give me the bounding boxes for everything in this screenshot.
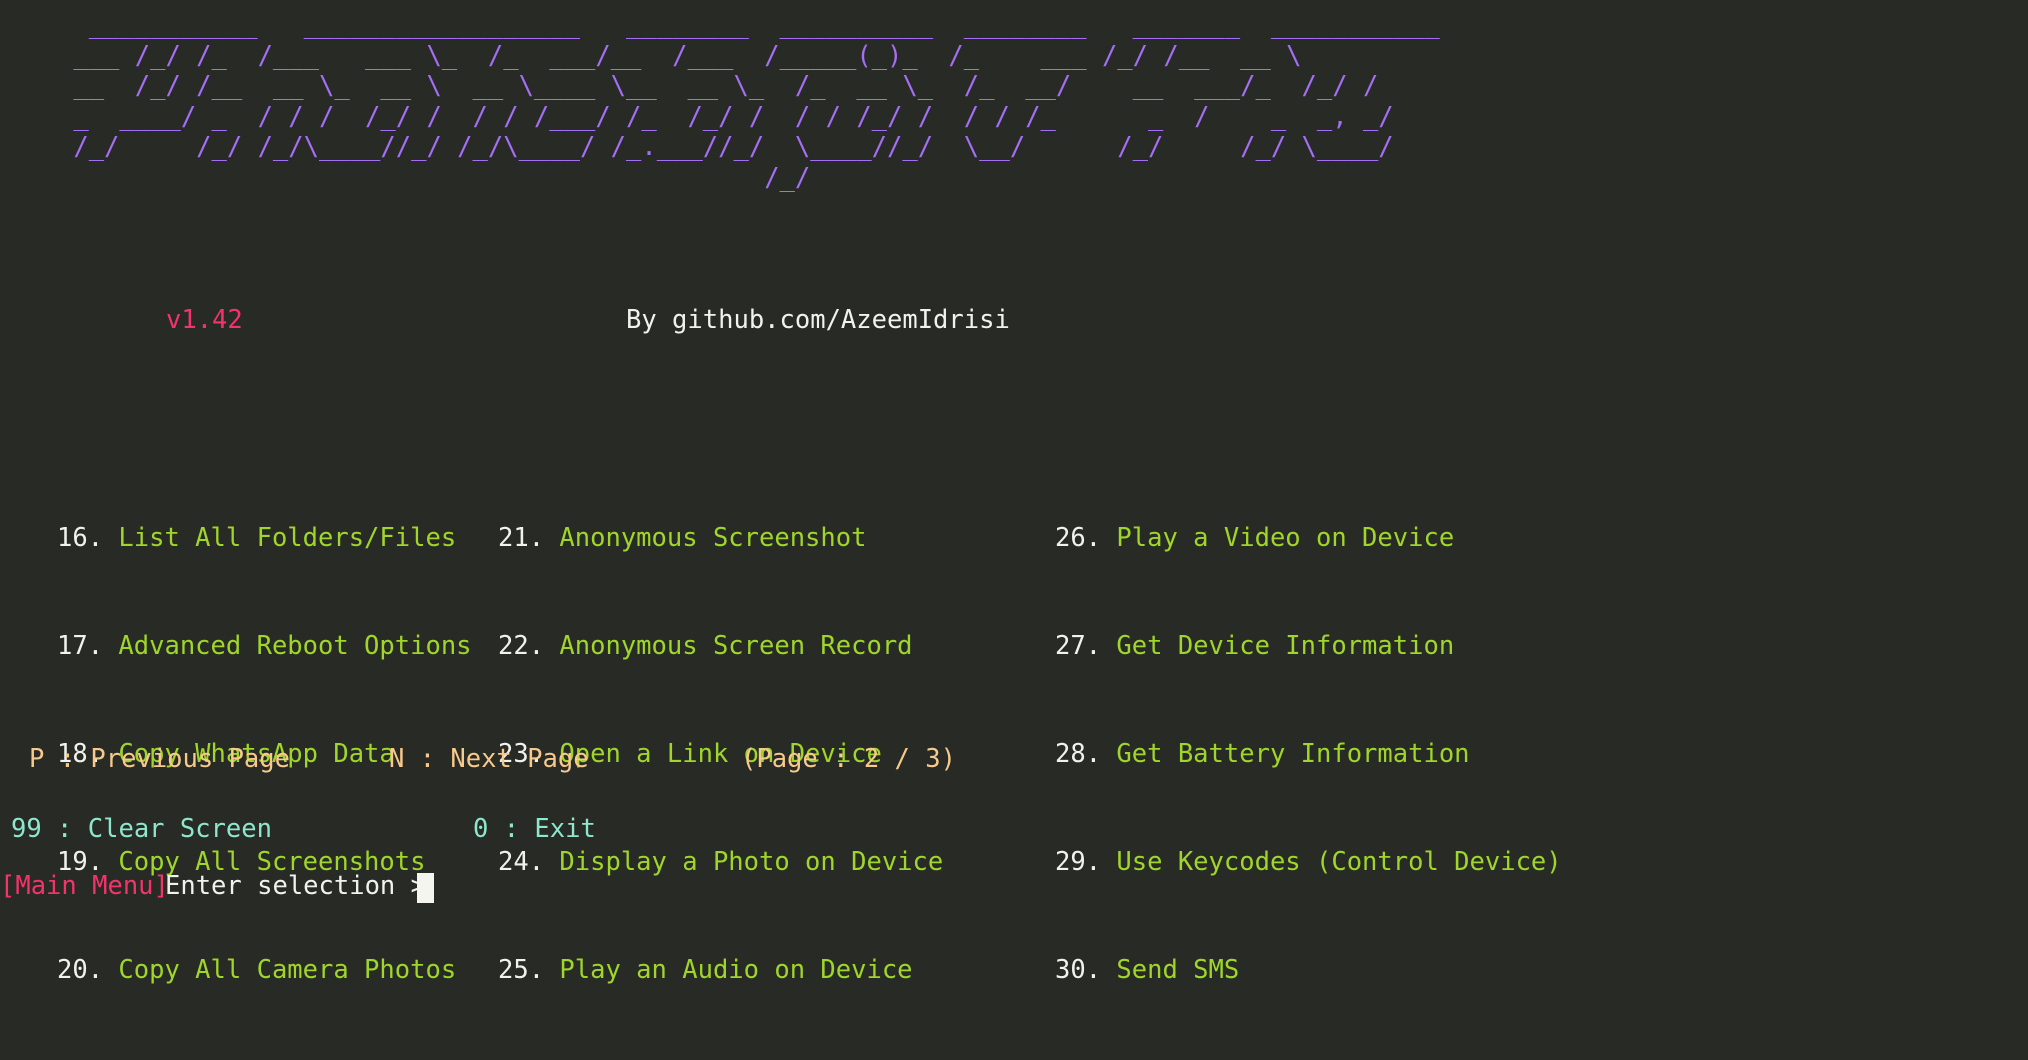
page-indicator: (Page : 2 / 3) [741,744,956,774]
menu-item-label: Advanced Reboot Options [118,631,472,661]
menu-item-label: Anonymous Screenshot [559,523,867,553]
exit-option[interactable]: 0 : Exit [473,812,596,846]
menu-item-17[interactable]: 17. Advanced Reboot Options [57,628,472,664]
menu-item-label [103,523,118,553]
menu-item-label: Get Device Information [1116,631,1455,661]
version-label: v1.42 [166,305,243,335]
menu-item-spacer [544,523,559,553]
menu-item-26[interactable]: 26. Play a Video on Device [1055,520,1562,556]
meta-row: v1.42 By github.com/AzeemIdrisi [0,303,2028,337]
text-cursor[interactable] [417,873,434,903]
phonesploit-pro-ascii-banner: ___________ __________________ ________ … [73,10,1440,193]
main-menu: 16. List All Folders/Files 17. Advanced … [0,448,2028,985]
menu-item-number: 27. [1055,631,1102,661]
author-credit: By github.com/AzeemIdrisi [626,305,1010,335]
menu-item-16[interactable]: 16. List All Folders/Files [57,520,472,556]
menu-item-27[interactable]: 27. Get Device Information [1055,628,1562,664]
menu-item-21[interactable]: 21. Anonymous Screenshot [498,520,943,556]
menu-item-label: Play a Video on Device [1116,523,1455,553]
menu-item-label: List All Folders/Files [118,523,457,553]
menu-item-label: Anonymous Screen Record [559,631,913,661]
menu-item-number: 26. [1055,523,1102,553]
menu-item-spacer [1101,631,1116,661]
prompt-label: Enter selection > [165,871,426,901]
menu-item-spacer [1101,523,1116,553]
prompt-row[interactable]: [Main Menu] Enter selection > [0,868,2028,1048]
clear-screen-option[interactable]: 99 : Clear Screen [11,812,272,846]
menu-item-number: 17. [57,631,104,661]
prompt-context-tag: [Main Menu] [0,871,169,901]
next-page-option[interactable]: N : Next Page [389,742,589,776]
menu-item-number: 22. [498,631,545,661]
menu-item-number: 21. [498,523,545,553]
previous-page-option[interactable]: P : Previous Page [29,742,290,776]
menu-item-spacer [103,631,118,661]
terminal-window: ___________ __________________ ________ … [0,0,2028,985]
menu-item-number: 16. [57,523,104,553]
menu-item-22[interactable]: 22. Anonymous Screen Record [498,628,943,664]
menu-item-spacer [544,631,559,661]
